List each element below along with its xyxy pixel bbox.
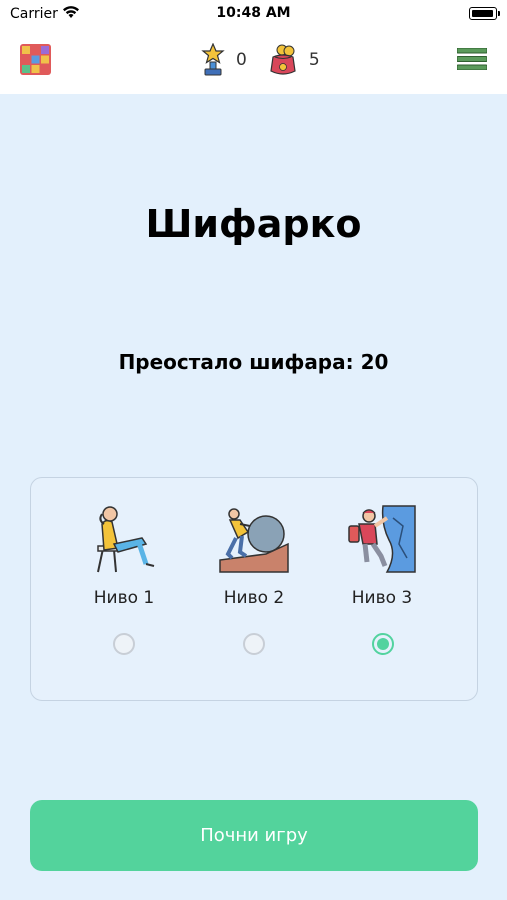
start-game-button[interactable]: Почни игру <box>30 800 478 871</box>
level-radio-1[interactable] <box>113 633 135 655</box>
status-time: 10:48 AM <box>216 5 291 21</box>
level-radio-2[interactable] <box>243 633 265 655</box>
puzzle-grid-icon[interactable] <box>20 44 51 75</box>
menu-icon[interactable] <box>457 48 487 70</box>
trophy-icon <box>201 43 225 76</box>
battery-icon <box>469 7 500 20</box>
level-option-3[interactable]: Ниво 3 <box>327 504 437 608</box>
coins-bag-icon <box>270 44 296 75</box>
status-bar: Carrier 10:48 AM <box>0 0 507 28</box>
level-selector: Ниво 1 Ниво 2 Ниво 3 <box>30 477 478 701</box>
level-option-1[interactable]: Ниво 1 <box>69 504 179 608</box>
remaining-count: Преостало шифара: 20 <box>118 350 389 374</box>
level-label-2: Ниво 2 <box>223 588 285 608</box>
level-option-2[interactable]: Ниво 2 <box>199 504 309 608</box>
main-area: Шифарко Преостало шифара: 20 Ниво 1 Ниво… <box>0 94 507 900</box>
trophy-count: 0 <box>236 50 247 70</box>
pushing-boulder-icon <box>219 508 289 573</box>
top-bar: 0 5 <box>0 28 507 94</box>
score-area: 0 5 <box>200 42 340 78</box>
level-label-1: Ниво 1 <box>93 588 155 608</box>
level-label-3: Ниво 3 <box>351 588 413 608</box>
coins-count: 5 <box>308 50 320 70</box>
page-title: Шифарко <box>145 202 362 246</box>
level-radio-3[interactable] <box>372 633 394 655</box>
climber-icon <box>348 505 416 573</box>
relaxing-person-icon <box>97 506 155 573</box>
